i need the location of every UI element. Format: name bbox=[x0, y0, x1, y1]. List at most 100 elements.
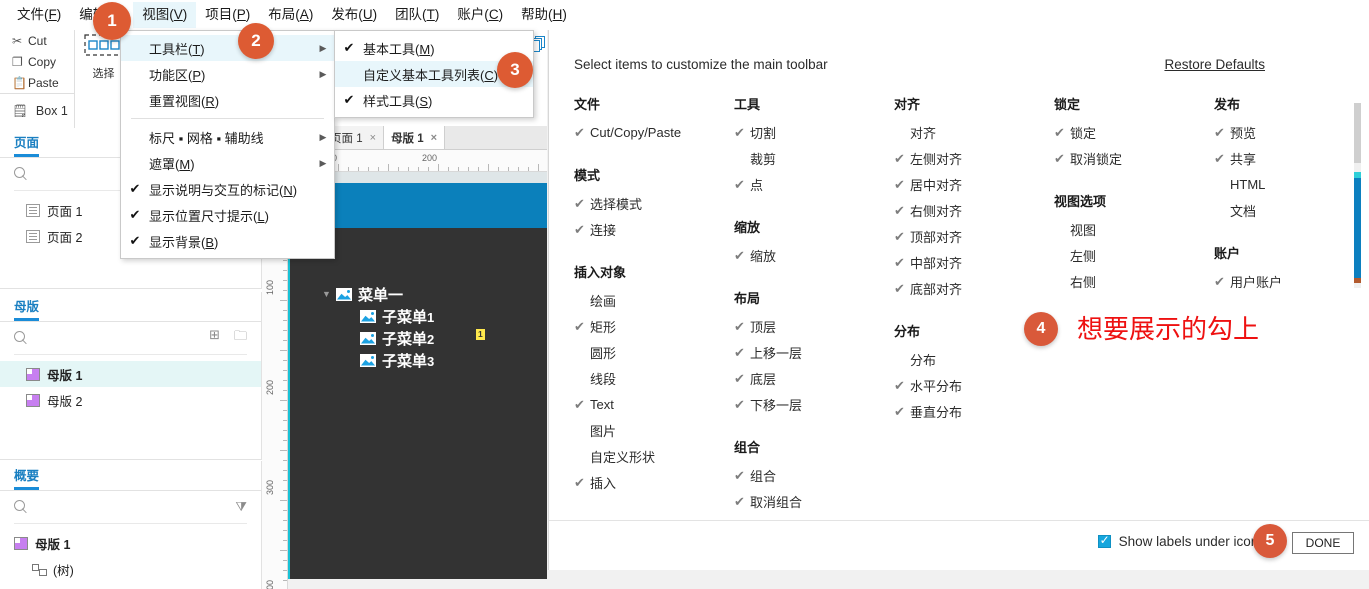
restore-defaults-link[interactable]: Restore Defaults bbox=[1164, 57, 1265, 72]
show-labels-checkbox[interactable] bbox=[1097, 533, 1111, 548]
check-icon[interactable]: ✔ bbox=[1054, 152, 1070, 165]
search-icon[interactable] bbox=[14, 500, 28, 514]
toolbar-option[interactable]: ✔分布 bbox=[894, 346, 1054, 372]
toolbar-option[interactable]: ✔左侧 bbox=[1054, 242, 1214, 268]
check-icon-empty[interactable]: ✔ bbox=[734, 152, 750, 165]
toolbar-option[interactable]: ✔ 顶层 bbox=[734, 313, 894, 339]
canvas-tree-node[interactable]: 子菜单3 bbox=[346, 349, 434, 371]
view-menu-item[interactable]: ✔ 显示说明与交互的标记(N) bbox=[121, 176, 334, 202]
check-icon[interactable]: ✔ bbox=[1214, 126, 1230, 139]
toolbar-option[interactable]: ✔ 居中对齐 bbox=[894, 171, 1054, 197]
check-icon[interactable]: ✔ bbox=[734, 372, 750, 385]
view-menu-item[interactable]: 遮罩(M) ▶ bbox=[121, 150, 334, 176]
check-icon-empty[interactable]: ✔ bbox=[574, 450, 590, 463]
search-icon[interactable] bbox=[14, 331, 28, 345]
menu-item-0[interactable]: 文件(F) bbox=[8, 2, 70, 28]
tab-outline[interactable]: 概要 bbox=[14, 465, 40, 490]
toolbar-option[interactable]: ✔ Text bbox=[574, 391, 734, 417]
check-icon[interactable]: ✔ bbox=[734, 320, 750, 333]
view-menu-item[interactable]: ✔ 显示位置尺寸提示(L) bbox=[121, 202, 334, 228]
toolbar-option[interactable]: ✔ 缩放 bbox=[734, 242, 894, 268]
toolbar-option[interactable]: ✔右侧 bbox=[1054, 268, 1214, 294]
view-menu-item[interactable]: 标尺 ▪ 网格 ▪ 辅助线 ▶ bbox=[121, 124, 334, 150]
add-icon[interactable]: ⊞ bbox=[209, 327, 220, 349]
toolbar-option[interactable]: ✔ 矩形 bbox=[574, 313, 734, 339]
master-item[interactable]: 母版 2 bbox=[0, 387, 261, 413]
check-icon-empty[interactable]: ✔ bbox=[1214, 204, 1230, 217]
toolbar-option[interactable]: ✔ 右侧对齐 bbox=[894, 197, 1054, 223]
check-icon[interactable]: ✔ bbox=[894, 204, 910, 217]
toolbar-option[interactable]: ✔ 上移一层 bbox=[734, 339, 894, 365]
check-icon[interactable]: ✔ bbox=[1054, 126, 1070, 139]
check-icon[interactable]: ✔ bbox=[734, 469, 750, 482]
clipboard-copy-item[interactable]: ❐ Copy bbox=[0, 51, 74, 72]
canvas-tree-node[interactable]: 子菜单2 1 bbox=[346, 327, 485, 349]
check-icon[interactable]: ✔ bbox=[734, 495, 750, 508]
toolbar-option[interactable]: ✔ 共享 bbox=[1214, 145, 1369, 171]
menu-item-5[interactable]: 发布(U) bbox=[322, 2, 386, 28]
view-menu-item[interactable]: ✔ 显示背景(B) bbox=[121, 228, 334, 254]
outline-item[interactable]: 母版 1 bbox=[0, 530, 261, 556]
view-menu-item[interactable]: 工具栏(T) ▶ bbox=[121, 35, 334, 61]
check-icon[interactable]: ✔ bbox=[734, 126, 750, 139]
toolbar-option[interactable]: ✔ 用户账户 bbox=[1214, 268, 1369, 294]
toolbar-option[interactable]: ✔圆形 bbox=[574, 339, 734, 365]
tab-pages[interactable]: 页面 bbox=[14, 132, 40, 157]
box-tool-row[interactable]: 🗒 Box 1 bbox=[0, 94, 75, 128]
outline-item[interactable]: (树) bbox=[0, 556, 261, 582]
check-icon[interactable]: ✔ bbox=[734, 398, 750, 411]
clipboard-paste-item[interactable]: 📋 Paste bbox=[0, 72, 74, 93]
check-icon[interactable]: ✔ bbox=[574, 398, 590, 411]
check-icon-empty[interactable]: ✔ bbox=[894, 353, 910, 366]
check-icon[interactable]: ✔ bbox=[894, 152, 910, 165]
toolbar-option[interactable]: ✔绘画 bbox=[574, 287, 734, 313]
toolbar-option[interactable]: ✔ 底部对齐 bbox=[894, 275, 1054, 301]
menu-item-6[interactable]: 团队(T) bbox=[386, 2, 448, 28]
toolbar-option[interactable]: ✔ 顶部对齐 bbox=[894, 223, 1054, 249]
toolbar-option[interactable]: ✔文档 bbox=[1214, 197, 1369, 223]
toolbar-option[interactable]: ✔ 取消组合 bbox=[734, 488, 894, 514]
check-icon[interactable]: ✔ bbox=[894, 282, 910, 295]
tab-masters[interactable]: 母版 bbox=[14, 296, 40, 321]
toolbar-option[interactable]: ✔ 连接 bbox=[574, 216, 734, 242]
menu-item-7[interactable]: 账户(C) bbox=[448, 2, 512, 28]
toolbar-option[interactable]: ✔ 切割 bbox=[734, 119, 894, 145]
filter-icon[interactable]: ⧩ bbox=[235, 499, 247, 515]
toolbar-option[interactable]: ✔ 插入 bbox=[574, 469, 734, 495]
check-icon-empty[interactable]: ✔ bbox=[574, 346, 590, 359]
check-icon[interactable]: ✔ bbox=[574, 223, 590, 236]
check-icon[interactable]: ✔ bbox=[574, 320, 590, 333]
toolbar-option[interactable]: ✔ 底层 bbox=[734, 365, 894, 391]
menu-item-4[interactable]: 布局(A) bbox=[259, 2, 322, 28]
toolbar-option[interactable]: ✔ 点 bbox=[734, 171, 894, 197]
toolbar-option[interactable]: ✔视图 bbox=[1054, 216, 1214, 242]
toolbar-option[interactable]: ✔自定义形状 bbox=[574, 443, 734, 469]
toolbar-option[interactable]: ✔HTML bbox=[1214, 171, 1369, 197]
check-icon-empty[interactable]: ✔ bbox=[1214, 178, 1230, 191]
dialog-scrollbar[interactable] bbox=[1351, 0, 1364, 570]
check-icon-empty[interactable]: ✔ bbox=[894, 126, 910, 139]
document-tab[interactable]: 母版 1 × bbox=[384, 126, 446, 149]
toolbar-submenu-item[interactable]: ✔ 样式工具(S) bbox=[335, 87, 533, 113]
toolbar-option[interactable]: ✔ 水平分布 bbox=[894, 372, 1054, 398]
check-icon[interactable]: ✔ bbox=[574, 197, 590, 210]
check-icon[interactable]: ✔ bbox=[734, 249, 750, 262]
toolbar-option[interactable]: ✔ 取消锁定 bbox=[1054, 145, 1214, 171]
clipboard-cut-item[interactable]: ✂ Cut bbox=[0, 30, 74, 51]
annotation-badge[interactable]: 1 bbox=[476, 328, 485, 340]
view-menu-item[interactable]: 功能区(P) ▶ bbox=[121, 61, 334, 87]
toolbar-option[interactable]: ✔ 左侧对齐 bbox=[894, 145, 1054, 171]
toolbar-option[interactable]: ✔图片 bbox=[574, 417, 734, 443]
toolbar-option[interactable]: ✔ 预览 bbox=[1214, 119, 1369, 145]
toolbar-option[interactable]: ✔ 锁定 bbox=[1054, 119, 1214, 145]
toolbar-option[interactable]: ✔ Cut/Copy/Paste bbox=[574, 119, 734, 145]
check-icon[interactable]: ✔ bbox=[894, 379, 910, 392]
check-icon-empty[interactable]: ✔ bbox=[1054, 249, 1070, 262]
scrollbar-thumb-blue[interactable] bbox=[1354, 178, 1361, 278]
check-icon[interactable]: ✔ bbox=[894, 230, 910, 243]
scrollbar-thumb-gray[interactable] bbox=[1354, 103, 1361, 163]
toolbar-option[interactable]: ✔ 下移一层 bbox=[734, 391, 894, 417]
check-icon-empty[interactable]: ✔ bbox=[1054, 223, 1070, 236]
close-icon[interactable]: × bbox=[370, 132, 376, 144]
menu-item-2[interactable]: 视图(V) bbox=[133, 2, 197, 28]
